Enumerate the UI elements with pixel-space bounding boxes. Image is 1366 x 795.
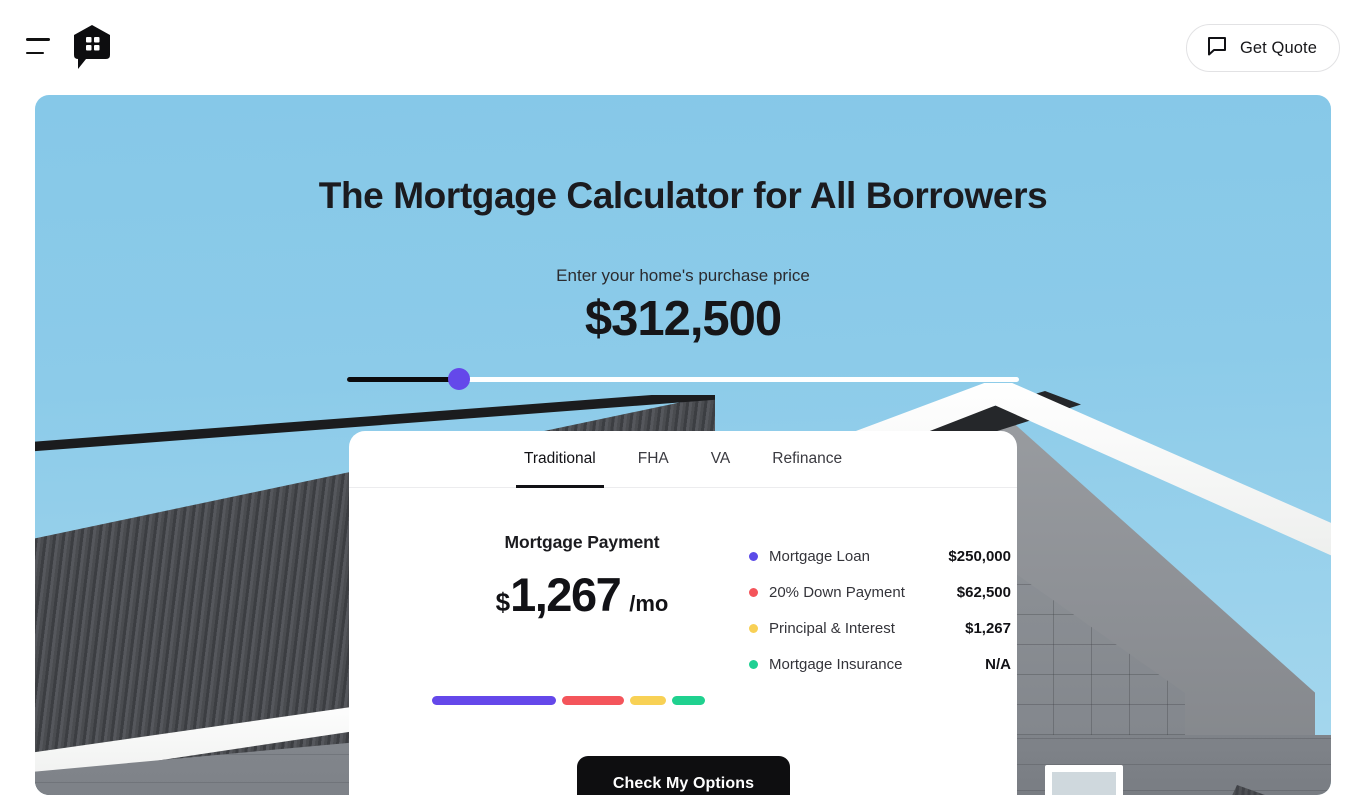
- page-title: The Mortgage Calculator for All Borrower…: [318, 175, 1048, 216]
- top-navigation-bar: Get Quote: [0, 0, 1366, 95]
- legend-label-principal-interest: Principal & Interest: [769, 619, 895, 637]
- bar-principal-interest: [630, 696, 666, 705]
- legend-dot-principal-interest: [749, 623, 758, 633]
- get-quote-button[interactable]: Get Quote: [1185, 24, 1340, 72]
- legend-dot-down-payment: [749, 587, 758, 597]
- payment-breakdown-bars: [432, 696, 732, 705]
- slider-thumb[interactable]: [448, 368, 471, 390]
- chat-bubble-icon: [1207, 36, 1228, 61]
- currency-symbol: $: [495, 587, 511, 617]
- tab-refinance[interactable]: Refinance: [751, 431, 863, 488]
- legend-dot-mortgage-insurance: [749, 659, 758, 669]
- payment-number: 1,267: [510, 568, 622, 621]
- legend-value-down-payment: $62,500: [956, 583, 1011, 601]
- get-quote-label: Get Quote: [1239, 38, 1317, 57]
- legend-value-mortgage-insurance: N/A: [985, 655, 1011, 673]
- bar-down-payment: [562, 696, 624, 705]
- tab-fha[interactable]: FHA: [617, 431, 690, 488]
- purchase-price-value: $312,500: [584, 292, 782, 346]
- legend-row: Principal & Interest $1,267: [749, 610, 1011, 646]
- slider-track-fill: [347, 377, 460, 382]
- mortgage-payment-title: Mortgage Payment: [504, 532, 660, 552]
- mortgage-payment-amount: $ 1,267 /mo: [432, 567, 732, 622]
- price-label: Enter your home's purchase price: [556, 266, 810, 285]
- loan-type-tabs: Traditional FHA VA Refinance: [349, 431, 1017, 488]
- hamburger-line-1: [26, 38, 50, 41]
- legend-label-mortgage-insurance: Mortgage Insurance: [769, 655, 903, 673]
- legend-label-down-payment: 20% Down Payment: [769, 583, 905, 601]
- purchase-price-slider[interactable]: [347, 367, 1019, 391]
- mortgage-payment-block: Mortgage Payment $ 1,267 /mo: [432, 532, 732, 622]
- bar-mortgage-insurance: [672, 696, 705, 705]
- payment-summary: Mortgage Payment $ 1,267 /mo Mortgage Lo…: [349, 488, 1017, 795]
- legend-value-mortgage-loan: $250,000: [948, 547, 1011, 565]
- tab-va[interactable]: VA: [690, 431, 752, 488]
- legend-row: Mortgage Insurance N/A: [749, 646, 1011, 682]
- hero-section: The Mortgage Calculator for All Borrower…: [35, 95, 1331, 795]
- bar-mortgage-loan: [432, 696, 556, 705]
- legend-label-mortgage-loan: Mortgage Loan: [769, 547, 870, 565]
- hamburger-menu-icon[interactable]: [26, 38, 50, 54]
- legend-row: 20% Down Payment $62,500: [749, 574, 1011, 610]
- payment-period: /mo: [629, 591, 669, 616]
- hamburger-line-2: [26, 51, 44, 54]
- legend-value-principal-interest: $1,267: [965, 619, 1011, 637]
- legend-dot-mortgage-loan: [749, 551, 758, 561]
- right-window: [1045, 765, 1123, 795]
- house-speech-bubble-logo[interactable]: [72, 24, 112, 70]
- mortgage-calculator-card: Traditional FHA VA Refinance Mortgage Pa…: [349, 431, 1017, 795]
- payment-breakdown-legend: Mortgage Loan $250,000 20% Down Payment …: [749, 538, 1011, 682]
- check-my-options-button[interactable]: Check My Options: [577, 756, 790, 795]
- legend-row: Mortgage Loan $250,000: [749, 538, 1011, 574]
- tab-traditional[interactable]: Traditional: [503, 431, 617, 488]
